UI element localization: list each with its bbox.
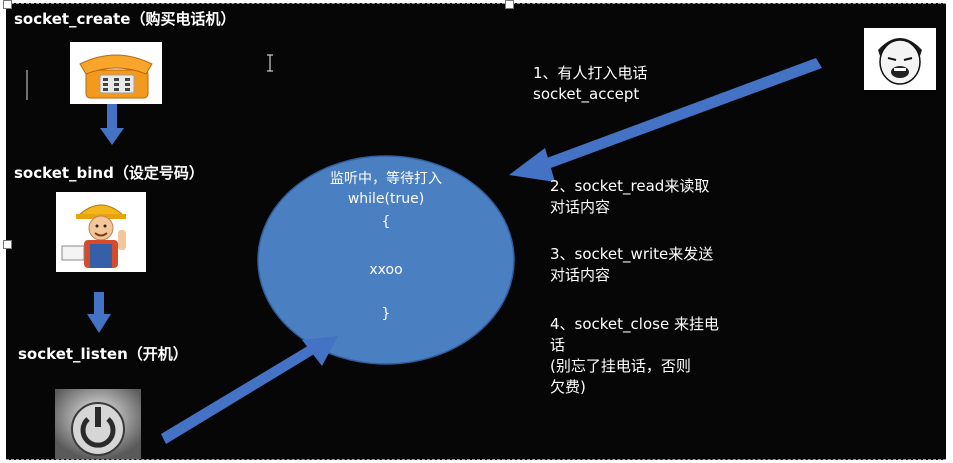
- step2-line1: 2、socket_read来读取: [550, 177, 710, 195]
- step4-line4: 欠费): [550, 378, 586, 396]
- step2-line2: 对话内容: [550, 198, 611, 216]
- power-button-image: [55, 389, 141, 459]
- step1-text: 1、有人打入电话 socket_accept: [533, 63, 648, 105]
- step4-text: 4、socket_close 来挂电 话 (别忘了挂电话，否则 欠费): [550, 314, 719, 398]
- step1-line1: 1、有人打入电话: [533, 64, 648, 82]
- worker-icon: [61, 204, 126, 268]
- meme-face-icon: [878, 38, 922, 85]
- down-arrow-2: [87, 292, 111, 333]
- step3-line2: 对话内容: [550, 266, 611, 284]
- step4-line1: 4、socket_close 来挂电: [550, 315, 719, 333]
- socket-create-label: socket_create（购买电话机）: [14, 10, 236, 28]
- circle-close-brace: }: [381, 306, 391, 322]
- circle-body-text: xxoo: [369, 262, 403, 278]
- step2-text: 2、socket_read来读取 对话内容: [550, 176, 709, 218]
- telephone-icon: [79, 54, 153, 99]
- circle-listening-text: 监听中，等待打入: [330, 171, 442, 187]
- step4-line2: 话: [550, 336, 566, 354]
- step4-line3: (别忘了挂电话，否则: [550, 357, 691, 375]
- power-button-icon: [55, 389, 141, 459]
- worker-image: [56, 192, 146, 272]
- socket-bind-label: socket_bind（设定号码）: [14, 164, 204, 182]
- meme-face-image: [864, 28, 936, 90]
- circle-while-text: while(true): [347, 191, 425, 207]
- socket-listen-label: socket_listen（开机）: [18, 345, 188, 363]
- down-arrow-1: [100, 104, 124, 145]
- text-cursor-icon: [267, 54, 273, 72]
- circle-open-brace: {: [381, 214, 391, 230]
- step3-text: 3、socket_write来发送 对话内容: [550, 244, 713, 286]
- telephone-image: [70, 42, 162, 104]
- step1-line2: socket_accept: [533, 85, 640, 103]
- step3-line1: 3、socket_write来发送: [550, 245, 714, 263]
